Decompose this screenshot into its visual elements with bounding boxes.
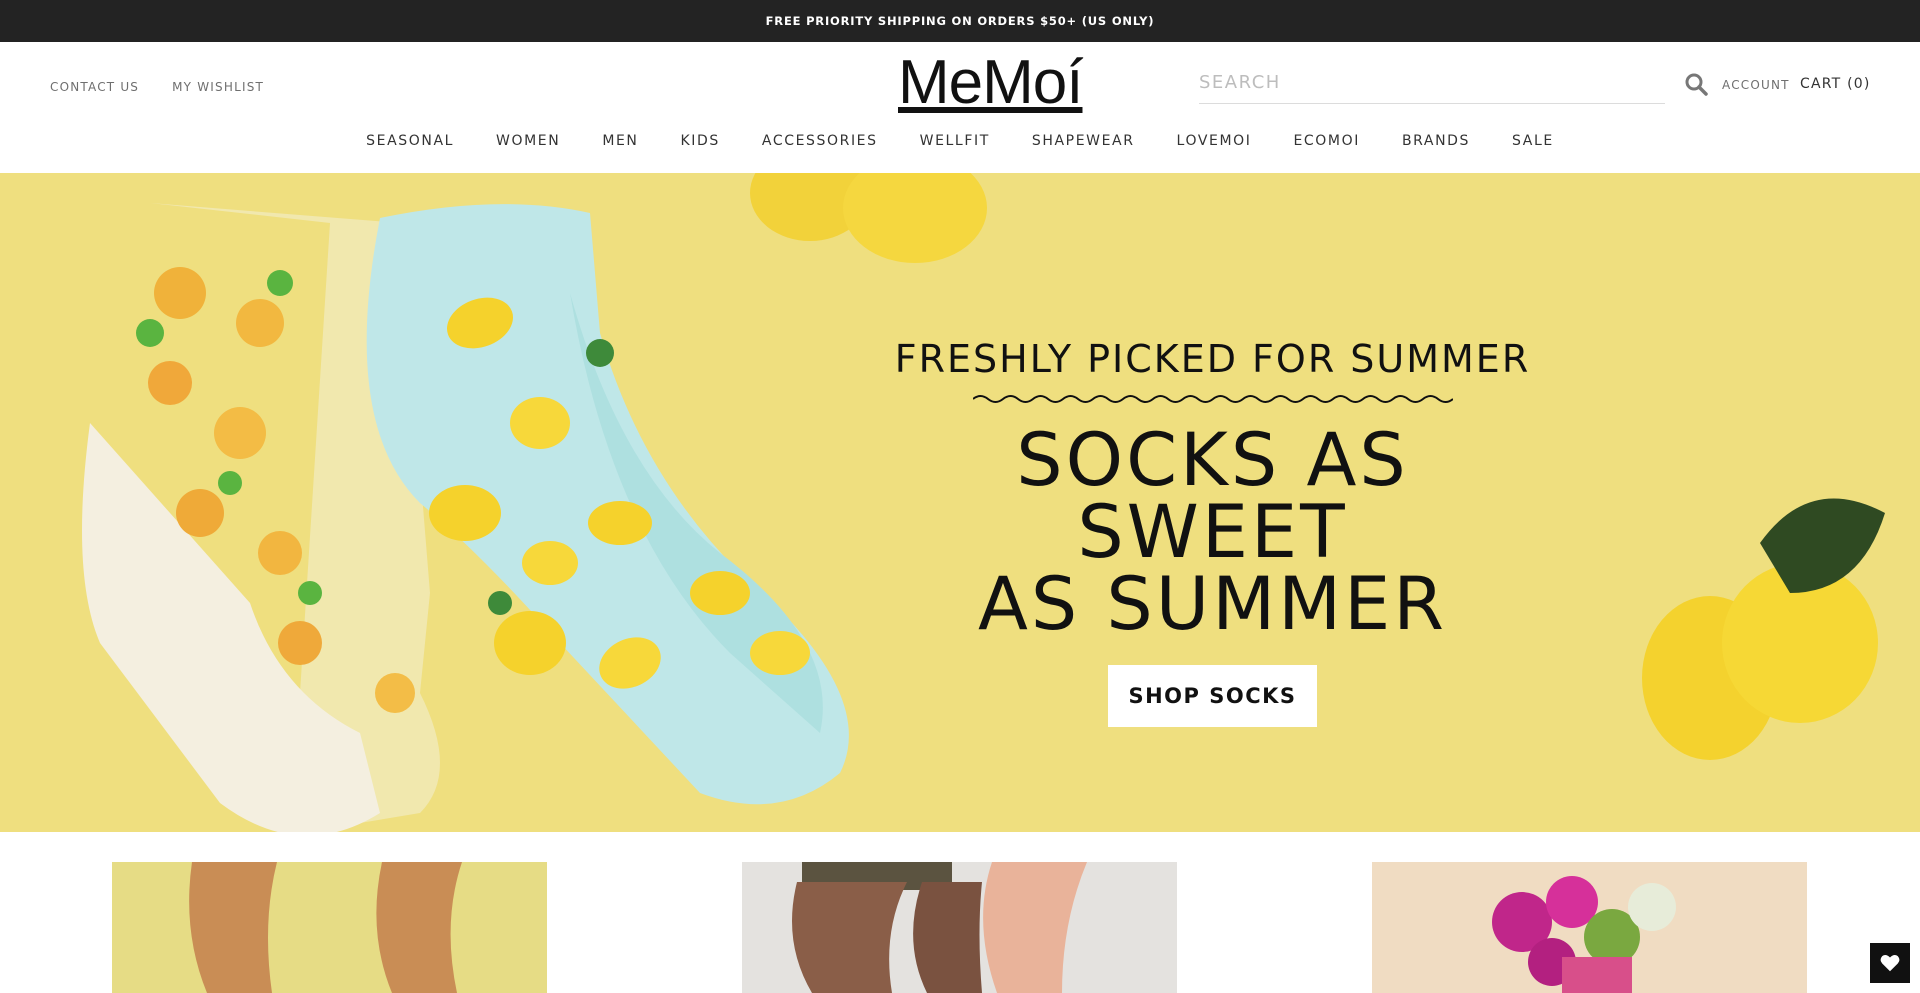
announcement-bar: FREE PRIORITY SHIPPING ON ORDERS $50+ (U…	[0, 0, 1920, 42]
squiggle-divider	[972, 395, 1453, 403]
hero-title-line-1: SOCKS AS SWEET	[1016, 418, 1409, 575]
nav-item-shapewear[interactable]: SHAPEWEAR	[1032, 133, 1135, 149]
contact-us-link[interactable]: CONTACT US	[50, 80, 139, 94]
nav-item-men[interactable]: MEN	[602, 133, 638, 149]
category-card-1[interactable]	[112, 862, 547, 993]
account-link[interactable]: ACCOUNT	[1722, 78, 1790, 92]
hero-banner: FRESHLY PICKED FOR SUMMER SOCKS AS SWEET…	[0, 173, 1920, 832]
header-utility-links: CONTACT US MY WISHLIST	[50, 80, 264, 94]
nav-item-accessories[interactable]: ACCESSORIES	[762, 133, 878, 149]
hero-content: FRESHLY PICKED FOR SUMMER SOCKS AS SWEET…	[880, 337, 1545, 727]
search-icon[interactable]	[1684, 72, 1708, 96]
nav-item-lovemoi[interactable]: LOVEMOI	[1177, 133, 1252, 149]
site-header: CONTACT US MY WISHLIST MeMoí ACCOUNT CAR…	[0, 42, 1920, 173]
mint-sock	[366, 204, 849, 805]
category-card-2[interactable]	[742, 862, 1177, 993]
nav-item-sale[interactable]: SALE	[1512, 133, 1554, 149]
nav-item-wellfit[interactable]: WELLFIT	[920, 133, 990, 149]
nav-item-brands[interactable]: BRANDS	[1402, 133, 1470, 149]
heart-icon	[1880, 955, 1900, 972]
search-bar	[1199, 62, 1665, 104]
announcement-text: FREE PRIORITY SHIPPING ON ORDERS $50+ (U…	[765, 14, 1155, 28]
cart-link[interactable]: CART (0)	[1800, 76, 1871, 92]
wishlist-floating-button[interactable]	[1870, 943, 1910, 983]
lemon-top-2	[843, 173, 987, 263]
site-logo[interactable]: MeMoí	[898, 52, 1083, 114]
hero-title: SOCKS AS SWEET AS SUMMER	[880, 424, 1545, 641]
shop-socks-button[interactable]: SHOP SOCKS	[1108, 665, 1317, 727]
card-image-flowers	[1492, 876, 1676, 993]
hero-kicker: FRESHLY PICKED FOR SUMMER	[894, 337, 1531, 381]
card-image-legs-pair	[792, 862, 1087, 993]
my-wishlist-link[interactable]: MY WISHLIST	[172, 80, 264, 94]
nav-item-seasonal[interactable]: SEASONAL	[366, 133, 454, 149]
search-input[interactable]	[1199, 62, 1665, 103]
nav-item-kids[interactable]: KIDS	[681, 133, 720, 149]
category-card-3[interactable]	[1372, 862, 1807, 993]
nav-item-women[interactable]: WOMEN	[496, 133, 560, 149]
hero-title-line-2: AS SUMMER	[977, 562, 1448, 647]
nav-item-ecomoi[interactable]: ECOMOI	[1293, 133, 1359, 149]
card-image-legs	[189, 862, 462, 993]
main-nav: SEASONAL WOMEN MEN KIDS ACCESSORIES WELL…	[0, 133, 1920, 149]
